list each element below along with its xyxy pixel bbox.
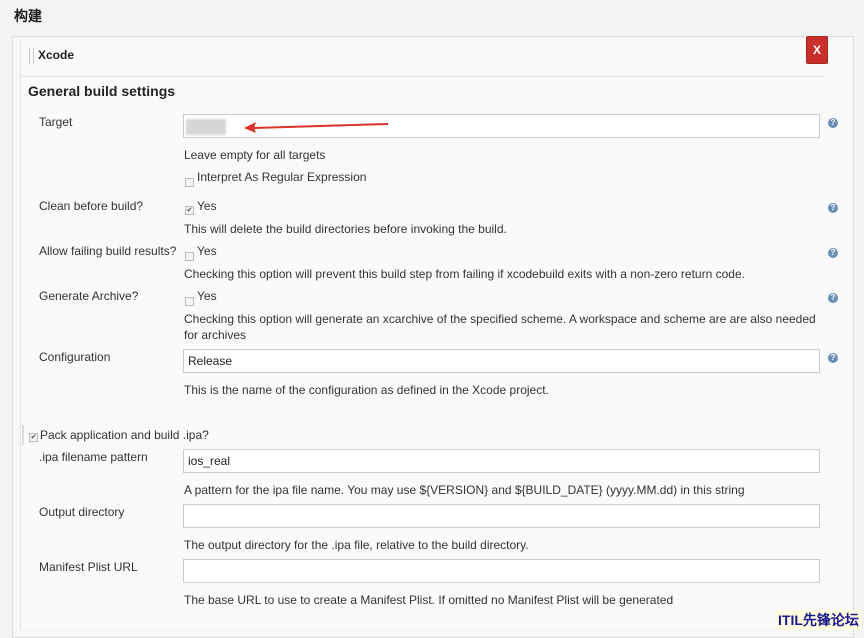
output-dir-help: The output directory for the .ipa file, … [184, 538, 529, 552]
target-help: Leave empty for all targets [184, 148, 326, 162]
allow-failing-checkbox[interactable] [185, 252, 194, 261]
section-title: 构建 [14, 8, 42, 24]
builder-header [22, 42, 824, 77]
general-settings-title: General build settings [28, 83, 176, 99]
allow-failing-help: Checking this option will prevent this b… [184, 267, 745, 281]
output-dir-label: Output directory [39, 505, 125, 519]
target-help-icon[interactable]: ? [828, 118, 838, 128]
allow-failing-label: Allow failing build results? [39, 244, 177, 258]
regex-checkbox[interactable] [185, 178, 194, 187]
manifest-input[interactable] [183, 559, 820, 583]
clean-help-icon[interactable]: ? [828, 203, 838, 213]
manifest-label: Manifest Plist URL [39, 560, 138, 574]
archive-help-icon[interactable]: ? [828, 293, 838, 303]
archive-help-line1: Checking this option will generate an xc… [184, 312, 816, 326]
pack-section-border [22, 425, 24, 445]
archive-label: Generate Archive? [39, 289, 139, 303]
clean-label: Clean before build? [39, 199, 144, 213]
ipa-pattern-input[interactable] [183, 449, 820, 473]
regex-label: Interpret As Regular Expression [197, 170, 367, 184]
watermark: ITIL先锋论坛 [776, 610, 861, 630]
ipa-pattern-help: A pattern for the ipa file name. You may… [184, 483, 745, 497]
target-label: Target [39, 115, 73, 129]
archive-help-line2: for archives [184, 328, 247, 342]
configuration-label: Configuration [39, 350, 111, 364]
manifest-help: The base URL to use to create a Manifest… [184, 593, 674, 607]
allow-failing-yes-label: Yes [197, 244, 217, 258]
archive-yes-label: Yes [197, 289, 217, 303]
annotation-arrow [244, 122, 389, 133]
configuration-help: This is the name of the configuration as… [184, 383, 549, 397]
clean-yes-label: Yes [197, 199, 217, 213]
ipa-pattern-label: .ipa filename pattern [39, 450, 148, 464]
clean-checkbox[interactable]: ✔ [185, 206, 194, 215]
pack-label: Pack application and build .ipa? [40, 428, 209, 442]
builder-title: Xcode [38, 48, 75, 62]
configuration-help-icon[interactable]: ? [828, 353, 838, 363]
delete-builder-button[interactable]: X [806, 36, 828, 64]
clean-help: This will delete the build directories b… [184, 222, 507, 236]
allow-failing-help-icon[interactable]: ? [828, 248, 838, 258]
output-dir-input[interactable] [183, 504, 820, 528]
pack-checkbox[interactable]: ✔ [29, 433, 38, 442]
drag-handle[interactable] [29, 48, 34, 64]
redacted-value [186, 119, 226, 135]
configuration-input[interactable] [183, 349, 820, 373]
archive-checkbox[interactable] [185, 297, 194, 306]
